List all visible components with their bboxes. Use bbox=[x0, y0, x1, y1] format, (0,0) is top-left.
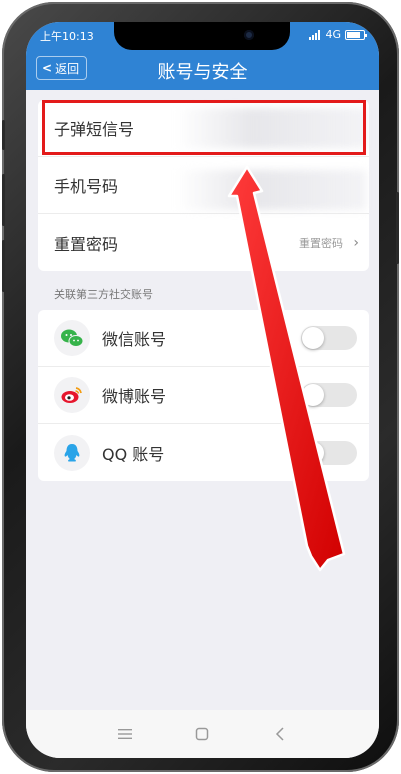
toggle-knob bbox=[302, 384, 324, 406]
camera-icon bbox=[244, 30, 254, 40]
toggle-knob bbox=[302, 327, 324, 349]
system-navigation-bar bbox=[26, 710, 379, 758]
home-button[interactable] bbox=[182, 719, 222, 749]
toggle-knob bbox=[302, 441, 324, 464]
row-reset-password[interactable]: 重置密码 重置密码 › bbox=[38, 214, 369, 271]
row-label: 重置密码 bbox=[54, 234, 119, 254]
back-icon bbox=[276, 727, 284, 741]
status-indicators: 4G bbox=[309, 28, 367, 41]
network-type: 4G bbox=[325, 28, 341, 41]
row-weibo[interactable]: 微博账号 bbox=[38, 367, 369, 424]
qq-icon bbox=[54, 434, 90, 471]
row-label: 微信账号 bbox=[102, 330, 167, 349]
blurred-region bbox=[176, 108, 366, 148]
status-time: 上午10:13 bbox=[40, 30, 94, 43]
volume-up-button bbox=[2, 174, 5, 226]
weibo-toggle[interactable] bbox=[301, 383, 357, 407]
home-icon bbox=[196, 727, 209, 741]
row-qq[interactable]: QQ 账号 bbox=[38, 424, 369, 481]
chevron-right-icon: › bbox=[353, 234, 359, 251]
volume-down-button bbox=[2, 240, 5, 292]
blurred-region bbox=[176, 170, 366, 210]
row-value: 重置密码 bbox=[299, 236, 343, 250]
section-header: 关联第三方社交账号 bbox=[54, 288, 153, 301]
row-label: 微博账号 bbox=[102, 387, 167, 406]
row-wechat[interactable]: 微信账号 bbox=[38, 310, 369, 367]
power-button bbox=[396, 192, 399, 264]
wechat-icon bbox=[54, 320, 90, 356]
battery-icon bbox=[345, 29, 367, 40]
signal-icon bbox=[309, 29, 321, 40]
row-label: 子弹短信号 bbox=[54, 120, 135, 139]
menu-button[interactable] bbox=[105, 719, 145, 749]
qq-toggle[interactable] bbox=[301, 440, 357, 465]
phone-screen: 上午10:13 4G < 返回 账号与安全 子弹短信号 手机号码 重置密码 重置… bbox=[26, 22, 379, 758]
wechat-toggle[interactable] bbox=[301, 326, 357, 350]
phone-frame: 上午10:13 4G < 返回 账号与安全 子弹短信号 手机号码 重置密码 重置… bbox=[2, 2, 399, 772]
menu-icon bbox=[117, 729, 132, 739]
weibo-icon bbox=[54, 377, 90, 413]
notch bbox=[114, 22, 290, 50]
navigation-bar: < 返回 账号与安全 bbox=[26, 48, 379, 90]
social-accounts-card: 微信账号 微博账号 QQ 账号 bbox=[38, 310, 369, 481]
row-label: QQ 账号 bbox=[102, 444, 165, 464]
back-nav-button[interactable] bbox=[260, 719, 300, 749]
battery-level bbox=[347, 31, 360, 38]
page-title: 账号与安全 bbox=[157, 62, 248, 83]
mute-switch bbox=[2, 120, 5, 150]
row-label: 手机号码 bbox=[54, 177, 119, 196]
